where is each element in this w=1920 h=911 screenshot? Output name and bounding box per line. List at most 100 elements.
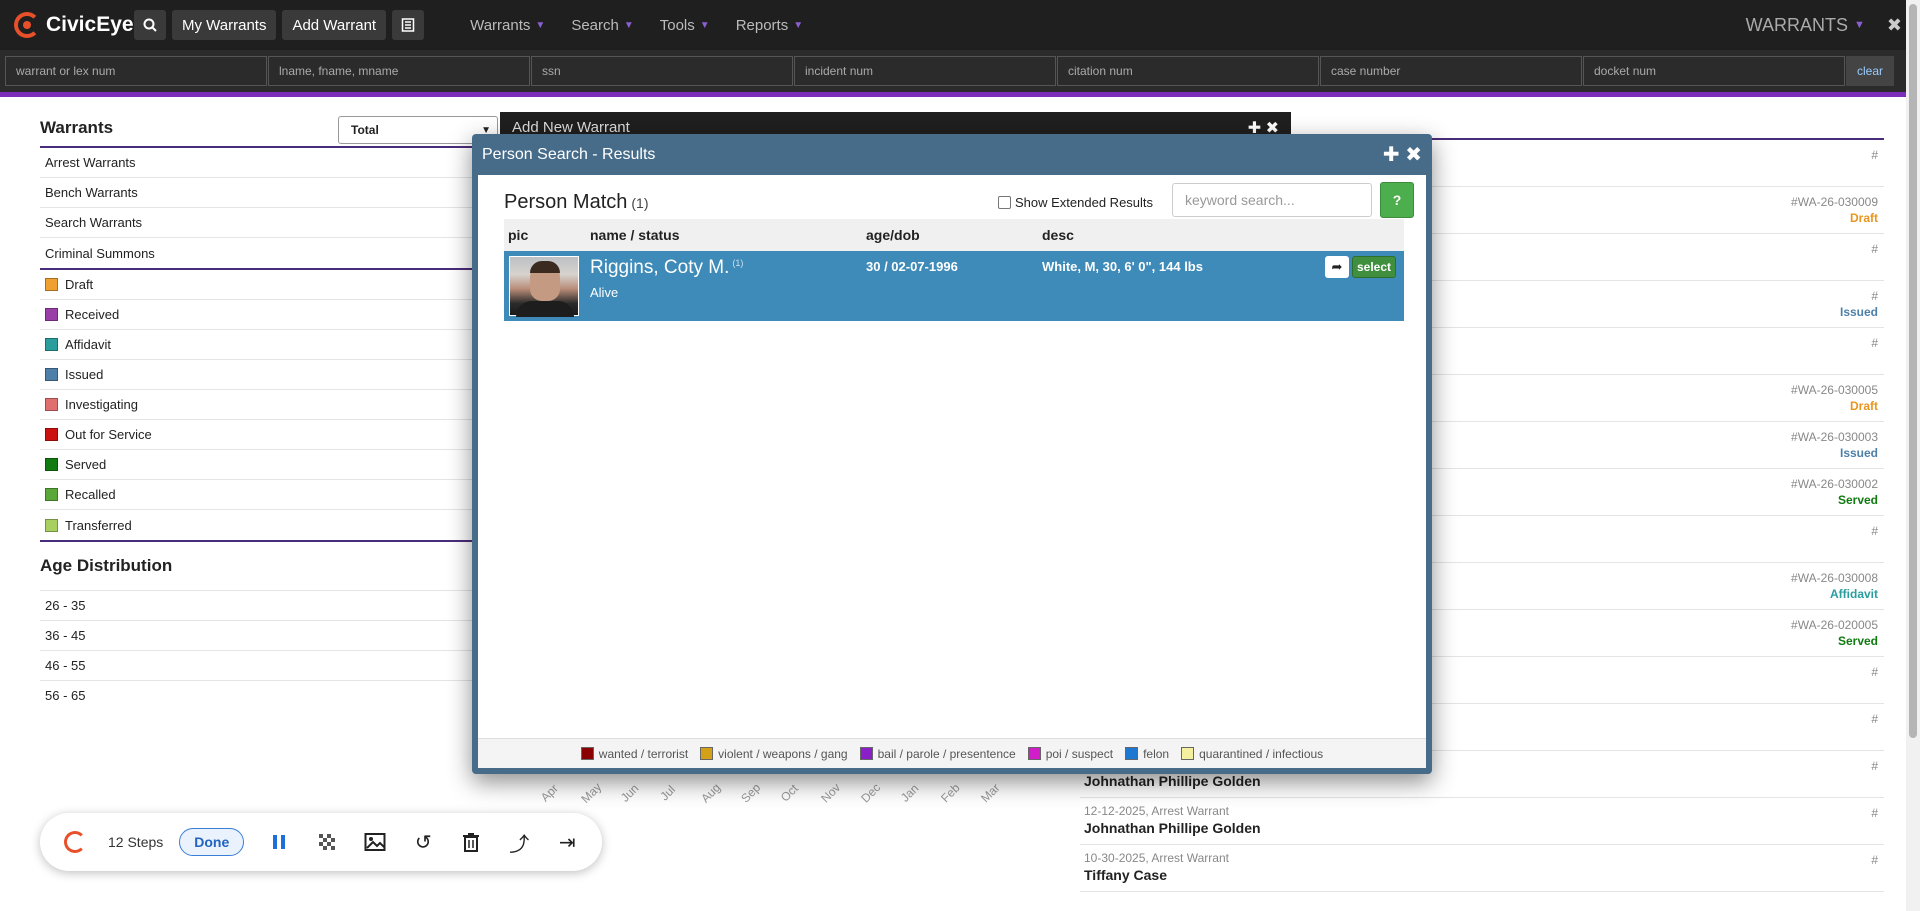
status-item[interactable]: Recalled bbox=[40, 480, 480, 510]
module-label: WARRANTS bbox=[1745, 14, 1849, 35]
incident-num-input[interactable]: incident num bbox=[794, 56, 1056, 86]
list-item[interactable]: Bench Warrants bbox=[40, 178, 480, 208]
image-icon[interactable] bbox=[362, 829, 388, 855]
skip-to-end-icon[interactable]: ⇥ bbox=[554, 829, 580, 855]
warrant-num-input[interactable]: warrant or lex num bbox=[5, 56, 267, 86]
share-icon[interactable]: ➦ bbox=[1325, 256, 1349, 278]
status-swatch bbox=[45, 338, 58, 351]
close-icon[interactable]: ✖ bbox=[1887, 15, 1902, 36]
person-name[interactable]: Riggins, Coty M. (1) bbox=[590, 257, 743, 279]
status-item[interactable]: Draft bbox=[40, 270, 480, 300]
warrant-status: Issued bbox=[1839, 446, 1878, 460]
menu-search[interactable]: Search ▼ bbox=[571, 17, 633, 34]
legend-item: quarantined / infectious bbox=[1181, 747, 1323, 761]
vertical-scrollbar[interactable] bbox=[1906, 0, 1920, 911]
menu-warrants[interactable]: Warrants ▼ bbox=[470, 17, 545, 34]
menu-tools[interactable]: Tools ▼ bbox=[660, 17, 710, 34]
list-item[interactable]: #12-12-2025, Arrest Warrant Johnathan Phi… bbox=[1080, 798, 1884, 845]
calculator-icon-button[interactable] bbox=[392, 10, 425, 40]
legend-swatch bbox=[1181, 747, 1195, 760]
list-item[interactable]: 36 - 45 bbox=[40, 620, 480, 650]
table-row[interactable]: Riggins, Coty M. (1) Alive 30 / 02-07-199… bbox=[504, 251, 1404, 321]
status-label: Transferred bbox=[65, 517, 132, 533]
status-swatch bbox=[45, 518, 58, 532]
warrant-meta: 12-12-2025, Arrest Warrant bbox=[1084, 804, 1229, 818]
list-item[interactable]: 46 - 55 bbox=[40, 650, 480, 680]
checkbox-label: Show Extended Results bbox=[1015, 195, 1154, 210]
list-item[interactable]: 26 - 35 bbox=[40, 590, 480, 620]
legend-swatch bbox=[1125, 747, 1139, 760]
arrow-up-icon[interactable]: ⤴ bbox=[506, 829, 532, 856]
my-warrants-button[interactable]: My Warrants bbox=[172, 10, 277, 40]
clear-button[interactable]: clear bbox=[1846, 56, 1894, 86]
status-item[interactable]: Issued bbox=[40, 360, 480, 390]
blur-icon[interactable] bbox=[314, 829, 340, 855]
status-swatch bbox=[45, 398, 58, 411]
list-item[interactable]: #10-30-2025, Arrest Warrant Tiffany Case bbox=[1080, 845, 1884, 892]
menu-reports[interactable]: Reports ▼ bbox=[736, 17, 803, 34]
status-item[interactable]: Served bbox=[40, 450, 480, 480]
month-label: May bbox=[578, 780, 605, 806]
month-label: Jun bbox=[617, 781, 642, 805]
citation-num-input[interactable]: citation num bbox=[1057, 56, 1319, 86]
search-icon-button[interactable] bbox=[134, 10, 166, 40]
list-item[interactable]: 56 - 65 bbox=[40, 680, 480, 710]
warrant-number: # bbox=[1871, 148, 1878, 162]
warrant-number: # bbox=[1871, 712, 1878, 726]
warrant-number: # bbox=[1871, 336, 1878, 350]
legend-swatch bbox=[580, 747, 594, 760]
docket-num-input[interactable]: docket num bbox=[1583, 56, 1845, 86]
status-swatch bbox=[45, 488, 58, 501]
caret-down-icon: ▼ bbox=[623, 19, 634, 31]
scrollbar-thumb[interactable] bbox=[1909, 4, 1917, 738]
top-nav: CivicEye My Warrants Add Warrant Warrant… bbox=[0, 0, 1920, 50]
status-item[interactable]: Transferred bbox=[40, 510, 480, 540]
done-button[interactable]: Done bbox=[179, 828, 245, 856]
pause-icon[interactable] bbox=[266, 829, 292, 855]
legend-label: poi / suspect bbox=[1045, 746, 1114, 761]
civiceye-logo[interactable]: CivicEye bbox=[14, 12, 134, 38]
close-icon[interactable]: ✖ bbox=[1405, 144, 1422, 166]
month-label: Aug bbox=[698, 780, 724, 806]
select-value: Total bbox=[351, 123, 379, 137]
list-item[interactable]: Criminal Summons bbox=[40, 238, 480, 268]
checkbox-icon[interactable] bbox=[998, 196, 1011, 209]
select-button[interactable]: select bbox=[1352, 256, 1396, 278]
status-item[interactable]: Affidavit bbox=[40, 330, 480, 360]
warrant-number: # bbox=[1871, 289, 1878, 303]
help-button[interactable]: ? bbox=[1380, 182, 1414, 218]
results-table-header: pic name / status age/dob desc bbox=[504, 219, 1404, 251]
status-item[interactable]: Out for Service bbox=[40, 420, 480, 450]
ssn-input[interactable]: ssn bbox=[531, 56, 793, 86]
list-item[interactable]: Arrest Warrants bbox=[40, 148, 480, 178]
legend-swatch bbox=[1027, 747, 1041, 760]
legend-item: violent / weapons / gang bbox=[700, 747, 848, 761]
person-name-text: Riggins, Coty M. bbox=[590, 257, 730, 278]
show-extended-results-checkbox[interactable]: Show Extended Results bbox=[998, 195, 1153, 210]
warrant-number: # bbox=[1871, 853, 1878, 867]
warrant-number: # bbox=[1871, 665, 1878, 679]
status-item[interactable]: Received bbox=[40, 300, 480, 330]
name-input[interactable]: lname, fname, mname bbox=[268, 56, 530, 86]
add-warrant-button[interactable]: Add Warrant bbox=[282, 10, 387, 40]
warrant-number: # bbox=[1871, 242, 1878, 256]
match-count: (1) bbox=[631, 195, 649, 211]
month-label: Jan bbox=[897, 781, 922, 805]
menu-label: Warrants bbox=[470, 16, 531, 34]
legend-swatch bbox=[859, 747, 873, 760]
case-number-input[interactable]: case number bbox=[1320, 56, 1582, 86]
keyword-search-input[interactable]: keyword search... bbox=[1172, 183, 1372, 217]
status-label: Issued bbox=[65, 367, 104, 382]
undo-icon[interactable]: ↺ bbox=[410, 829, 436, 855]
caret-down-icon: ▼ bbox=[535, 19, 546, 31]
month-label: Mar bbox=[978, 780, 1003, 806]
expand-icon[interactable]: ✚ bbox=[1383, 144, 1400, 166]
status-label: Recalled bbox=[65, 487, 116, 502]
trash-icon[interactable] bbox=[458, 829, 484, 855]
warrant-number: #WA-26-030003 bbox=[1791, 430, 1878, 444]
person-photo[interactable] bbox=[509, 256, 579, 317]
module-switcher[interactable]: WARRANTS ▼ ✖ bbox=[1746, 0, 1902, 50]
status-item[interactable]: Investigating bbox=[40, 390, 480, 420]
menu-label: Reports bbox=[735, 16, 789, 34]
list-item[interactable]: Search Warrants bbox=[40, 208, 480, 238]
